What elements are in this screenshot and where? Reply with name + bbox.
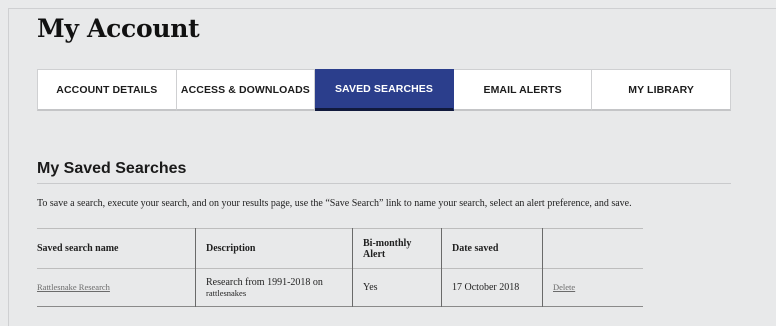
tab-my-library[interactable]: MY LIBRARY xyxy=(592,69,731,111)
section-intro: To save a search, execute your search, a… xyxy=(37,198,632,209)
saved-searches-table: Saved search name Description Bi-monthly… xyxy=(37,228,643,307)
delete-link[interactable]: Delete xyxy=(553,282,575,292)
tab-saved-searches[interactable]: SAVED SEARCHES xyxy=(315,69,454,111)
description-line: rattlesnakes xyxy=(206,287,247,298)
header-bimonthly-alert: Bi-monthly Alert xyxy=(352,228,442,269)
cell-actions: Delete xyxy=(543,269,644,307)
header-description: Description xyxy=(195,228,353,269)
account-tabs: ACCOUNT DETAILS ACCESS & DOWNLOADS SAVED… xyxy=(37,69,731,111)
tab-account-details[interactable]: ACCOUNT DETAILS xyxy=(37,69,177,111)
page-title: My Account xyxy=(37,14,200,43)
section-title: My Saved Searches xyxy=(37,160,187,177)
tab-email-alerts[interactable]: EMAIL ALERTS xyxy=(453,69,593,111)
header-actions xyxy=(543,229,644,269)
saved-search-link[interactable]: Rattlesnake Research xyxy=(37,282,110,292)
table-row: Rattlesnake Research Research from 1991-… xyxy=(37,268,644,307)
cell-alert: Yes xyxy=(352,268,442,307)
description-line: Research from 1991-2018 on xyxy=(206,276,323,288)
cell-date-saved: 17 October 2018 xyxy=(441,268,543,307)
tab-access-downloads[interactable]: ACCESS & DOWNLOADS xyxy=(176,69,316,111)
cell-description: Research from 1991-2018 on rattlesnakes xyxy=(195,268,353,307)
header-date-saved: Date saved xyxy=(441,228,543,269)
cell-name: Rattlesnake Research xyxy=(37,268,196,307)
table-header-row: Saved search name Description Bi-monthly… xyxy=(37,228,644,269)
header-saved-search-name: Saved search name xyxy=(37,228,196,269)
section-divider xyxy=(37,183,731,184)
